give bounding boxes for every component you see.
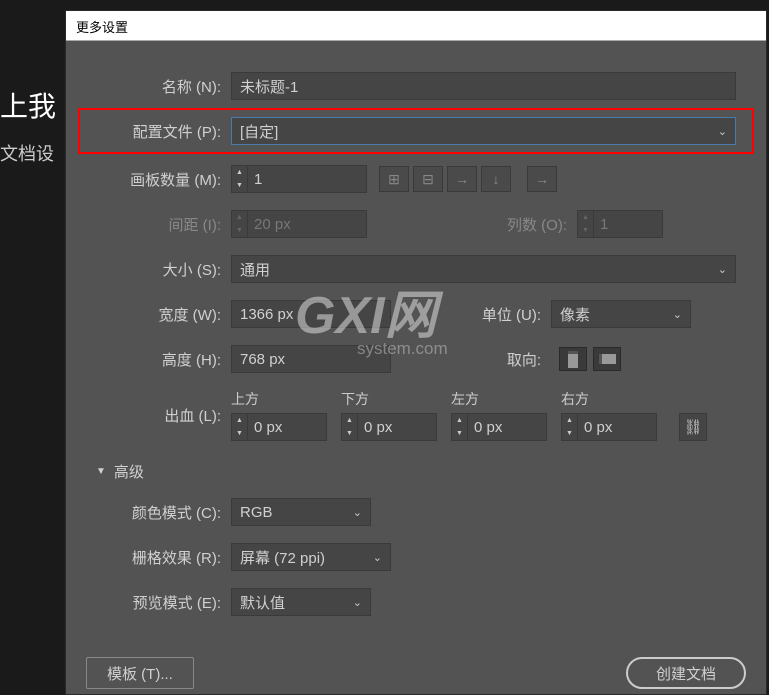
triangle-down-icon: ▼	[96, 466, 106, 477]
spacing-spinner: ▲▼	[231, 210, 367, 238]
chevron-down-icon: ⌄	[353, 506, 362, 519]
create-document-button[interactable]: 创建文档	[626, 657, 746, 689]
raster-label: 栅格效果 (R):	[86, 547, 231, 568]
name-label: 名称 (N):	[86, 76, 231, 97]
width-label: 宽度 (W):	[86, 304, 231, 325]
chevron-down-icon: ⌄	[353, 596, 362, 609]
bleed-label: 出血 (L):	[86, 405, 231, 426]
preview-select[interactable]: 默认值 ⌄	[231, 588, 371, 616]
bleed-right-label: 右方	[561, 389, 671, 409]
up-icon[interactable]: ▲	[232, 166, 247, 179]
artboards-label: 画板数量 (M):	[86, 169, 231, 190]
more-settings-dialog: 更多设置 名称 (N): 配置文件 (P): [自定] ⌄ 画板数量 (M): …	[65, 10, 767, 695]
preview-label: 预览模式 (E):	[86, 592, 231, 613]
background-subtext: 文档设	[0, 140, 54, 166]
arrange-down-icon[interactable]: ↓	[481, 166, 511, 192]
units-label: 单位 (U):	[451, 304, 551, 325]
height-label: 高度 (H):	[86, 349, 231, 370]
preview-value: 默认值	[240, 592, 285, 613]
bleed-left-spinner[interactable]: ▲▼	[451, 413, 561, 441]
artboard-layout-icons: ⊞ ⊟ → ↓ →	[379, 166, 557, 192]
bleed-left-input[interactable]	[467, 413, 547, 441]
units-select[interactable]: 像素 ⌄	[551, 300, 691, 328]
columns-input	[593, 210, 663, 238]
background-heading: 上我	[0, 85, 56, 125]
size-label: 大小 (S):	[86, 259, 231, 280]
profile-value: [自定]	[240, 121, 278, 142]
spacing-input	[247, 210, 367, 238]
dialog-title: 更多设置	[66, 11, 766, 41]
bleed-top-input[interactable]	[247, 413, 327, 441]
template-button[interactable]: 模板 (T)...	[86, 657, 194, 689]
chevron-down-icon: ⌄	[673, 308, 682, 321]
bleed-bottom-input[interactable]	[357, 413, 437, 441]
color-mode-label: 颜色模式 (C):	[86, 502, 231, 523]
columns-spinner: ▲▼	[577, 210, 663, 238]
width-input[interactable]	[231, 300, 391, 328]
size-value: 通用	[240, 259, 270, 280]
profile-label: 配置文件 (P):	[86, 121, 231, 142]
chevron-down-icon: ⌄	[373, 551, 382, 564]
landscape-icon[interactable]	[593, 347, 621, 371]
grid-by-col-icon[interactable]: ⊟	[413, 166, 443, 192]
name-input[interactable]	[231, 72, 736, 100]
portrait-icon[interactable]	[559, 347, 587, 371]
bleed-bottom-spinner[interactable]: ▲▼	[341, 413, 451, 441]
color-mode-select[interactable]: RGB ⌄	[231, 498, 371, 526]
advanced-toggle[interactable]: ▼ 高级	[96, 461, 746, 482]
profile-select[interactable]: [自定] ⌄	[231, 117, 736, 145]
size-select[interactable]: 通用 ⌄	[231, 255, 736, 283]
columns-label: 列数 (O):	[507, 214, 577, 235]
height-input[interactable]	[231, 345, 391, 373]
artboards-spinner[interactable]: ▲▼	[231, 165, 367, 193]
grid-by-row-icon[interactable]: ⊞	[379, 166, 409, 192]
bleed-bottom-label: 下方	[341, 389, 451, 409]
arrange-right-icon[interactable]: →	[447, 166, 477, 192]
raster-value: 屏幕 (72 ppi)	[240, 547, 325, 568]
orientation-label: 取向:	[451, 349, 551, 370]
color-mode-value: RGB	[240, 504, 273, 521]
bleed-top-spinner[interactable]: ▲▼	[231, 413, 341, 441]
bleed-left-label: 左方	[451, 389, 561, 409]
rtl-icon[interactable]: →	[527, 166, 557, 192]
down-icon[interactable]: ▼	[232, 179, 247, 192]
bleed-top-label: 上方	[231, 389, 341, 409]
bleed-right-input[interactable]	[577, 413, 657, 441]
bleed-right-spinner[interactable]: ▲▼	[561, 413, 671, 441]
artboards-input[interactable]	[247, 165, 367, 193]
advanced-label: 高级	[114, 461, 144, 482]
raster-select[interactable]: 屏幕 (72 ppi) ⌄	[231, 543, 391, 571]
spacing-label: 间距 (I):	[86, 214, 231, 235]
link-icon[interactable]: ⛓	[679, 413, 707, 441]
units-value: 像素	[560, 304, 590, 325]
chevron-down-icon: ⌄	[718, 125, 727, 138]
chevron-down-icon: ⌄	[718, 263, 727, 276]
